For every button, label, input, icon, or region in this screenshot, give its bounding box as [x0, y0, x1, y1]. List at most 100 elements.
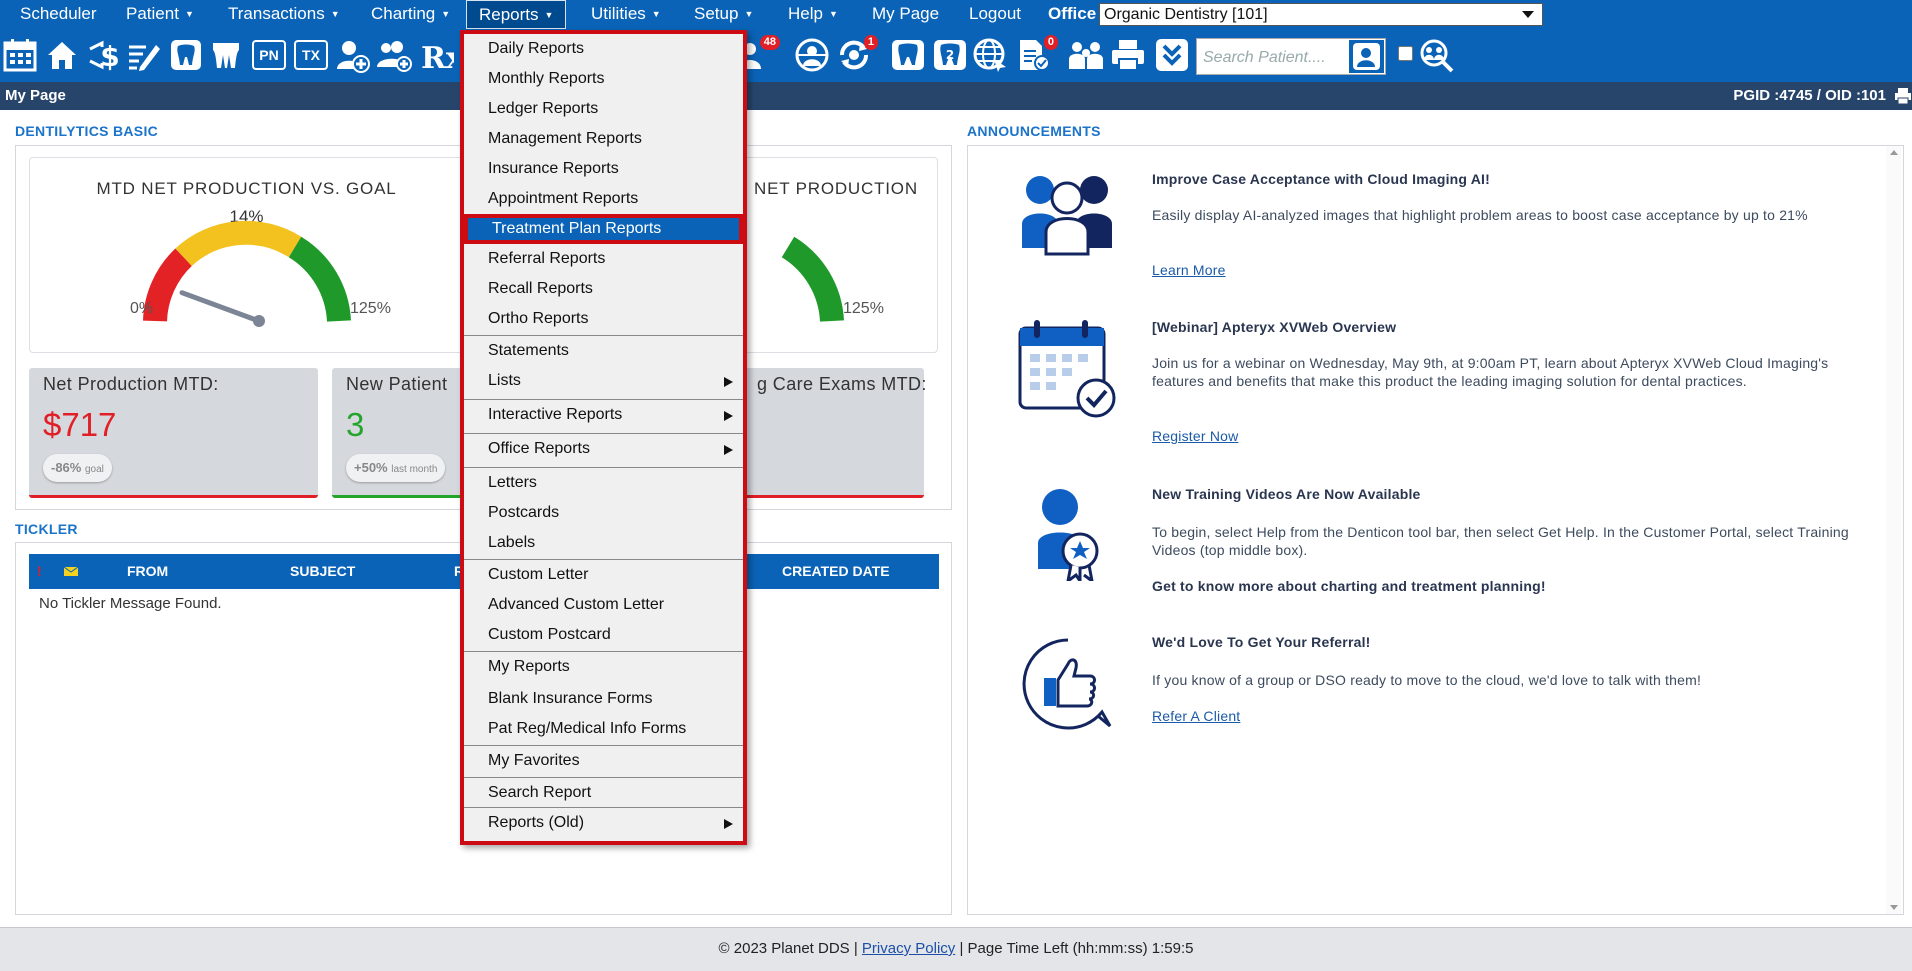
column-header-subject[interactable]: SUBJECT: [290, 554, 355, 589]
menu-separator: [464, 777, 743, 778]
learn-more-link[interactable]: Learn More: [1152, 262, 1226, 278]
announcement-body: If you know of a group or DSO ready to m…: [1152, 672, 1702, 688]
tickler-heading: TICKLER: [15, 521, 78, 537]
print-icon[interactable]: [1110, 37, 1146, 73]
menu-item-custom-postcard[interactable]: Custom Postcard: [464, 620, 743, 650]
toolbar-checkbox[interactable]: [1398, 46, 1413, 61]
messages-count-badge: 48: [759, 35, 780, 50]
menu-item-monthly-reports[interactable]: Monthly Reports: [464, 64, 743, 94]
menu-item-referral-reports[interactable]: Referral Reports: [464, 244, 743, 274]
production-gauge: [143, 220, 351, 327]
sync-icon[interactable]: 1: [836, 35, 878, 73]
menu-item-ledger-reports[interactable]: Ledger Reports: [464, 94, 743, 124]
menu-item-reports-old[interactable]: Reports (Old): [464, 808, 743, 838]
nav-setup[interactable]: Setup ▼: [694, 0, 753, 29]
menu-separator: [464, 651, 743, 652]
family-icon[interactable]: [1068, 37, 1104, 73]
pn-icon[interactable]: PN: [252, 40, 286, 70]
nav-help[interactable]: Help ▼: [788, 0, 838, 29]
teeth-icon[interactable]: [208, 37, 244, 73]
web-icon[interactable]: [794, 37, 830, 73]
menu-item-blank-insurance-forms[interactable]: Blank Insurance Forms: [464, 684, 743, 714]
gauge-max-label: 125%: [350, 300, 391, 317]
nav-charting[interactable]: Charting ▼: [371, 0, 450, 29]
register-now-link[interactable]: Register Now: [1152, 428, 1238, 444]
announcement-title: [Webinar] Apteryx XVWeb Overview: [1152, 319, 1397, 335]
training-award-icon: [1036, 487, 1102, 581]
menu-separator: [464, 433, 743, 434]
tooth-chart-icon[interactable]: [890, 37, 926, 73]
nav-transactions[interactable]: Transactions ▼: [228, 0, 340, 29]
dollar-icon[interactable]: $: [86, 37, 122, 73]
home-icon[interactable]: [44, 37, 80, 73]
scroll-down-icon[interactable]: [1890, 905, 1898, 910]
collapse-icon[interactable]: [1154, 37, 1190, 73]
tooth-2-icon[interactable]: 2: [932, 37, 968, 73]
stat-label: New Patient: [346, 374, 448, 394]
menu-item-ortho-reports[interactable]: Ortho Reports: [464, 304, 743, 334]
menu-separator: [464, 807, 743, 808]
rx-icon[interactable]: Rx: [418, 37, 454, 73]
people-icon: [1022, 172, 1112, 256]
calendar-check-icon: [1016, 318, 1118, 420]
nav-my-page[interactable]: My Page: [872, 0, 939, 29]
thumbs-up-icon: [1020, 636, 1116, 730]
gauge-card-production-vs-goal: MTD NET PRODUCTION VS. GOAL 14% 0% 125%: [29, 157, 464, 353]
menu-item-office-reports[interactable]: Office Reports: [464, 434, 743, 464]
stat-change-pill: -86% goal: [43, 454, 112, 482]
tooth-icon[interactable]: [168, 37, 204, 73]
globe-icon[interactable]: [972, 37, 1008, 73]
menu-item-label: Interactive Reports: [488, 406, 623, 423]
menu-item-daily-reports[interactable]: Daily Reports: [464, 34, 743, 64]
nav-patient[interactable]: Patient ▼: [126, 0, 194, 29]
menu-item-labels[interactable]: Labels: [464, 528, 743, 558]
search-user-icon[interactable]: [1349, 40, 1384, 73]
announcement-body: Easily display AI-analyzed images that h…: [1152, 207, 1808, 223]
sync-count-badge: 1: [863, 35, 878, 50]
notes-icon[interactable]: [126, 37, 162, 73]
add-patient-icon[interactable]: [334, 37, 370, 73]
menu-item-label: Blank Insurance Forms: [488, 690, 653, 707]
menu-item-interactive-reports[interactable]: Interactive Reports: [464, 400, 743, 430]
calendar-icon[interactable]: [2, 37, 38, 73]
nav-reports[interactable]: Reports ▼: [466, 0, 567, 29]
menu-item-my-reports[interactable]: My Reports: [464, 652, 743, 682]
announcement-body: Join us for a webinar on Wednesday, May …: [1152, 355, 1829, 389]
nav-utilities[interactable]: Utilities ▼: [591, 0, 661, 29]
menu-item-recall-reports[interactable]: Recall Reports: [464, 274, 743, 304]
menu-item-letters[interactable]: Letters: [464, 468, 743, 498]
add-family-icon[interactable]: [376, 37, 412, 73]
menu-item-postcards[interactable]: Postcards: [464, 498, 743, 528]
stat-value: $717: [43, 406, 117, 443]
menu-item-my-favorites[interactable]: My Favorites: [464, 746, 743, 776]
menu-item-treatment-plan-reports[interactable]: Treatment Plan Reports: [464, 214, 743, 244]
group-search-icon[interactable]: [1418, 37, 1454, 73]
menu-item-lists[interactable]: Lists: [464, 366, 743, 396]
menu-item-management-reports[interactable]: Management Reports: [464, 124, 743, 154]
forms-icon[interactable]: 0: [1016, 35, 1058, 73]
menu-item-label: Office Reports: [488, 440, 590, 457]
privacy-policy-link[interactable]: Privacy Policy: [862, 940, 955, 957]
menu-separator: [464, 399, 743, 400]
menu-item-statements[interactable]: Statements: [464, 336, 743, 366]
menu-item-advanced-custom-letter[interactable]: Advanced Custom Letter: [464, 590, 743, 620]
office-select[interactable]: Organic Dentistry [101]: [1099, 3, 1543, 26]
refer-a-client-link[interactable]: Refer A Client: [1152, 708, 1240, 724]
menu-item-pat-reg-medical-info-forms[interactable]: Pat Reg/Medical Info Forms: [464, 714, 743, 744]
menu-item-insurance-reports[interactable]: Insurance Reports: [464, 154, 743, 184]
tx-icon[interactable]: TX: [294, 40, 328, 70]
print-icon[interactable]: [1894, 87, 1912, 105]
search-patient-input[interactable]: [1197, 39, 1355, 76]
nav-scheduler[interactable]: Scheduler: [20, 0, 97, 29]
column-header-from[interactable]: FROM: [127, 554, 168, 589]
menu-item-custom-letter[interactable]: Custom Letter: [464, 560, 743, 590]
menu-item-appointment-reports[interactable]: Appointment Reports: [464, 184, 743, 214]
menu-item-label: Monthly Reports: [488, 70, 605, 87]
scroll-up-icon[interactable]: [1890, 150, 1898, 155]
menu-item-search-report[interactable]: Search Report: [464, 778, 743, 808]
announcements-scrollbar[interactable]: [1886, 146, 1901, 914]
column-header-created-date[interactable]: CREATED DATE: [782, 554, 890, 589]
page-time-left: | Page Time Left (hh:mm:ss) 1:59:5: [959, 940, 1194, 957]
nav-logout[interactable]: Logout: [969, 0, 1021, 29]
menu-item-label: Search Report: [488, 784, 592, 801]
